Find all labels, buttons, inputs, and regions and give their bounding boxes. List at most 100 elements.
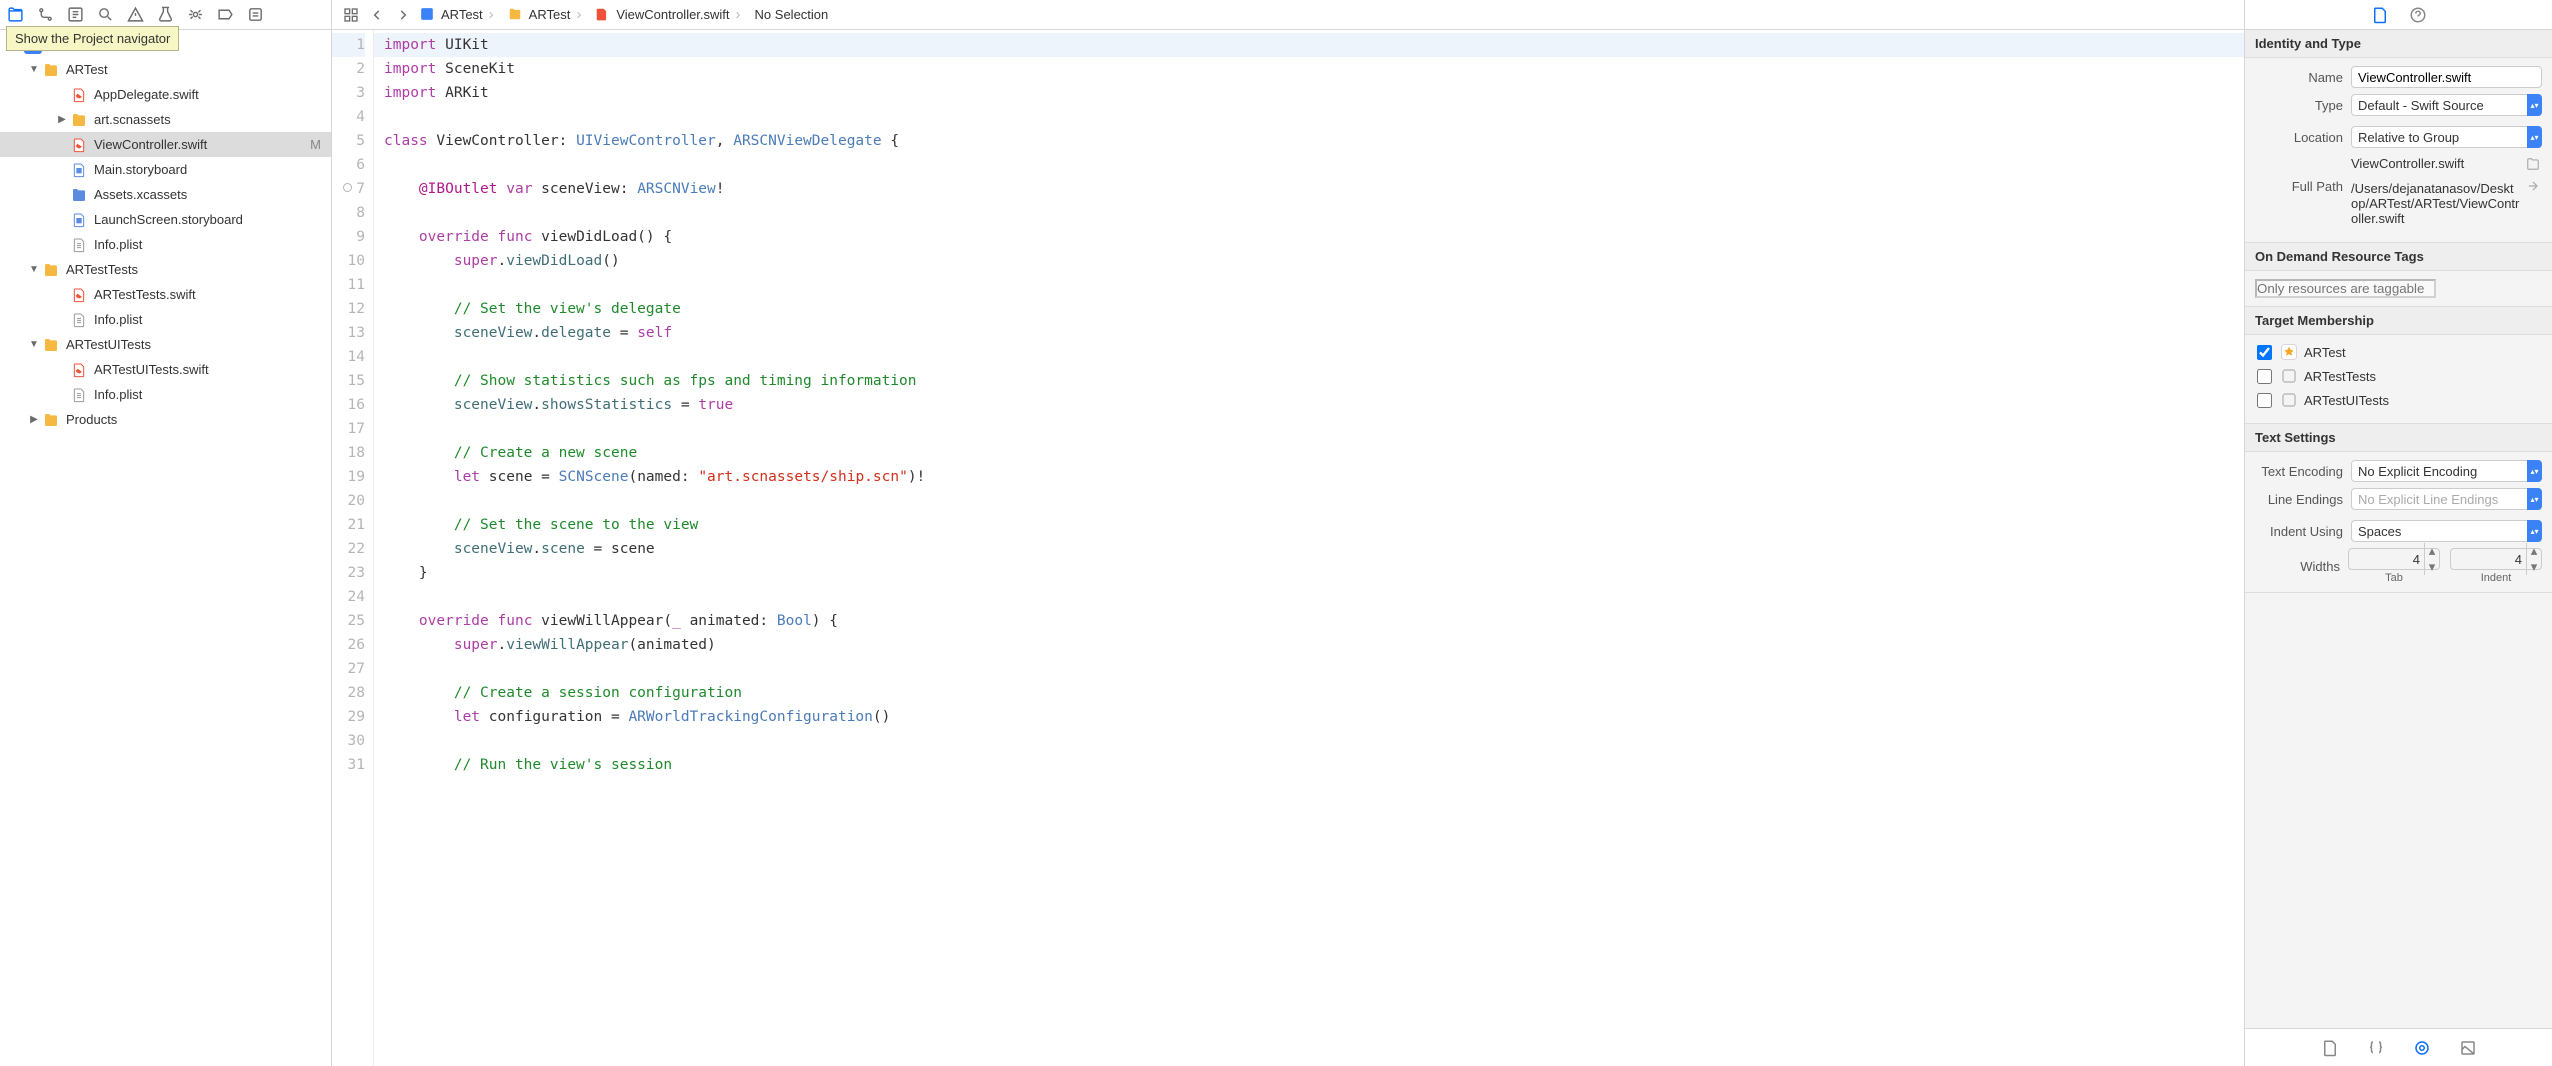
breadcrumb-file[interactable]: ViewController.swift› [591, 6, 750, 23]
encoding-select[interactable]: No Explicit Encoding▴▾ [2351, 460, 2542, 482]
back-icon[interactable] [364, 2, 390, 28]
tree-row[interactable]: ARTestTests.swift [0, 282, 331, 307]
editor-panel: ARTest› ARTest› ViewController.swift› No… [332, 0, 2244, 1066]
code-line[interactable] [374, 585, 2244, 609]
swift-icon [70, 361, 88, 379]
related-items-icon[interactable] [338, 2, 364, 28]
code-line[interactable] [374, 273, 2244, 297]
tree-row[interactable]: AppDelegate.swift [0, 82, 331, 107]
code-line[interactable]: let configuration = ARWorldTrackingConfi… [374, 705, 2244, 729]
code-line[interactable]: let scene = SCNScene(named: "art.scnasse… [374, 465, 2244, 489]
code-line[interactable] [374, 345, 2244, 369]
lineendings-select[interactable]: No Explicit Line Endings▴▾ [2351, 488, 2542, 510]
name-input[interactable] [2351, 66, 2542, 88]
forward-icon[interactable] [390, 2, 416, 28]
quick-help-tab[interactable] [2409, 6, 2427, 24]
media-library-icon[interactable] [2459, 1039, 2477, 1057]
code-line[interactable] [374, 201, 2244, 225]
indent-width-input[interactable]: 4▴▾ [2450, 548, 2542, 570]
code-line[interactable]: class ViewController: UIViewController, … [374, 129, 2244, 153]
code-line[interactable] [374, 489, 2244, 513]
tree-row[interactable]: Info.plist [0, 382, 331, 407]
reveal-icon[interactable] [2526, 179, 2542, 193]
disclosure-icon[interactable]: ▶ [28, 414, 40, 425]
code-line[interactable]: sceneView.showsStatistics = true [374, 393, 2244, 417]
disclosure-icon[interactable]: ▼ [28, 339, 40, 350]
code-line[interactable]: // Create a session configuration [374, 681, 2244, 705]
tree-row[interactable]: Info.plist [0, 307, 331, 332]
breakpoint-navigator-tab[interactable] [210, 0, 240, 30]
line-number: 19 [332, 465, 365, 489]
target-icon [2280, 391, 2298, 409]
type-select[interactable]: Default - Swift Source▴▾ [2351, 94, 2542, 116]
breadcrumb-folder[interactable]: ARTest› [504, 6, 592, 23]
code-line[interactable]: super.viewWillAppear(animated) [374, 633, 2244, 657]
tree-item-label: Info.plist [94, 387, 331, 402]
code-line[interactable]: import ARKit [374, 81, 2244, 105]
tree-row[interactable]: ViewController.swiftM [0, 132, 331, 157]
code-line[interactable] [374, 657, 2244, 681]
code-line[interactable] [374, 105, 2244, 129]
file-template-library-icon[interactable] [2321, 1039, 2339, 1057]
tree-row[interactable]: ARTestUITests.swift [0, 357, 331, 382]
code-line[interactable] [374, 729, 2244, 753]
code-line[interactable]: override func viewDidLoad() { [374, 225, 2244, 249]
code-line[interactable]: import SceneKit [374, 57, 2244, 81]
disclosure-icon[interactable]: ▶ [56, 114, 68, 125]
code-line[interactable]: sceneView.scene = scene [374, 537, 2244, 561]
code-line[interactable]: // Set the view's delegate [374, 297, 2244, 321]
disclosure-icon[interactable]: ▼ [28, 264, 40, 275]
object-library-icon[interactable] [2413, 1039, 2431, 1057]
line-number: 5 [332, 129, 365, 153]
tab-width-input[interactable]: 4▴▾ [2348, 548, 2440, 570]
tree-row[interactable]: ▼ ARTestTests [0, 257, 331, 282]
line-number: 26 [332, 633, 365, 657]
folder-chooser-icon[interactable] [2526, 157, 2542, 171]
tree-row[interactable]: ▶art.scnassets [0, 107, 331, 132]
code-line[interactable]: override func viewWillAppear(_ animated:… [374, 609, 2244, 633]
file-inspector-tab[interactable] [2371, 6, 2389, 24]
code-line[interactable]: super.viewDidLoad() [374, 249, 2244, 273]
tooltip: Show the Project navigator [6, 26, 179, 51]
location-select[interactable]: Relative to Group▴▾ [2351, 126, 2542, 148]
tree-item-label: LaunchScreen.storyboard [94, 212, 331, 227]
breadcrumb-label: No Selection [755, 7, 829, 22]
code-snippet-library-icon[interactable] [2367, 1039, 2385, 1057]
tree-row[interactable]: LaunchScreen.storyboard [0, 207, 331, 232]
code-line[interactable] [374, 153, 2244, 177]
disclosure-icon[interactable]: ▼ [28, 64, 40, 75]
code-line[interactable]: // Show statistics such as fps and timin… [374, 369, 2244, 393]
tree-row[interactable]: Info.plist [0, 232, 331, 257]
code-line[interactable]: // Run the view's session [374, 753, 2244, 777]
tree-row[interactable]: ▼ARTest [0, 57, 331, 82]
target-checkbox[interactable] [2257, 369, 2272, 384]
debug-navigator-tab[interactable] [180, 0, 210, 30]
tree-row[interactable]: Assets.xcassets [0, 182, 331, 207]
target-header: Target Membership [2245, 307, 2552, 335]
indent-using-select[interactable]: Spaces▴▾ [2351, 520, 2542, 542]
code-line[interactable]: import UIKit [374, 33, 2244, 57]
code-line[interactable]: } [374, 561, 2244, 585]
breadcrumb-project[interactable]: ARTest› [416, 6, 504, 23]
status-badge: M [310, 137, 321, 152]
target-checkbox[interactable] [2257, 393, 2272, 408]
tree-item-label: ARTestTests [66, 262, 331, 277]
code-body[interactable]: import UIKitimport SceneKitimport ARKit c… [374, 30, 2244, 1066]
plist-icon [70, 311, 88, 329]
tree-row[interactable]: Main.storyboard [0, 157, 331, 182]
tree-row[interactable]: ▼ARTestUITests [0, 332, 331, 357]
report-navigator-tab[interactable] [240, 0, 270, 30]
code-editor[interactable]: 1234567891011121314151617181920212223242… [332, 30, 2244, 1066]
breadcrumb-selection[interactable]: No Selection [751, 7, 833, 22]
target-checkbox[interactable] [2257, 345, 2272, 360]
tree-row[interactable]: ▶Products [0, 407, 331, 432]
file-tree[interactable]: ▼ARTest▼ARTestAppDelegate.swift▶art.scna… [0, 30, 331, 1066]
ondemand-input [2255, 279, 2436, 298]
line-number: 29 [332, 705, 365, 729]
swift-icon [70, 286, 88, 304]
code-line[interactable]: sceneView.delegate = self [374, 321, 2244, 345]
code-line[interactable]: // Set the scene to the view [374, 513, 2244, 537]
code-line[interactable]: // Create a new scene [374, 441, 2244, 465]
code-line[interactable]: @IBOutlet var sceneView: ARSCNView! [374, 177, 2244, 201]
code-line[interactable] [374, 417, 2244, 441]
